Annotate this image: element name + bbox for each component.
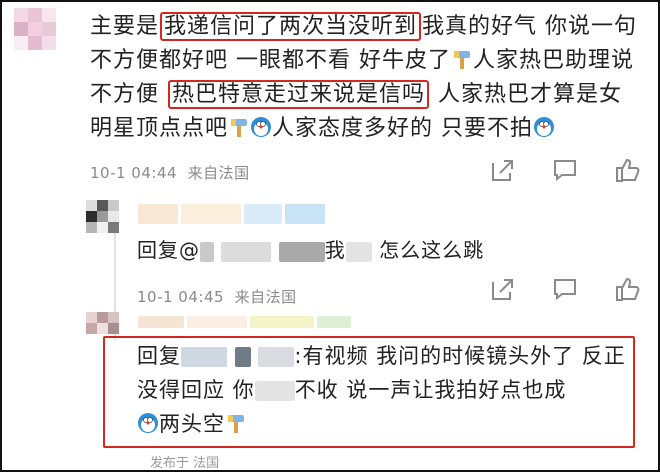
reply-meta: 10-1 04:45 来自法国 <box>137 286 297 307</box>
avatar[interactable] <box>86 312 119 334</box>
avatar[interactable] <box>86 200 119 233</box>
blurred-mention <box>278 241 325 262</box>
reply-text-part: 两头空 <box>159 412 225 436</box>
blurred-mention <box>234 347 251 367</box>
reply-location: 来自法国 <box>234 288 297 306</box>
reply-prefix: 回复@ <box>137 238 200 262</box>
reply-actions <box>490 276 640 302</box>
comment-icon[interactable] <box>552 276 578 302</box>
share-icon[interactable] <box>490 157 516 183</box>
comment-location: 来自法国 <box>187 164 250 182</box>
comment-time: 10-1 04:44 <box>90 164 178 182</box>
username-blurred[interactable] <box>138 204 325 224</box>
blurred-mention <box>221 241 272 262</box>
like-icon[interactable] <box>614 157 640 183</box>
reply-text: 回复@ 我 怎么这么跳 <box>137 234 484 263</box>
comment-meta: 10-1 04:44 来自法国 <box>90 162 250 183</box>
reply-text: 回复 :有视频 我问的时候镜头外了 反正没得回应 你不收 说一声让我拍好点也成两… <box>137 339 632 441</box>
reply-prefix: 回复 <box>137 344 181 368</box>
comment-icon[interactable] <box>552 157 578 183</box>
reply-text-part: 不收 说一声让我拍好点也成 <box>294 378 567 402</box>
doraemon-emoji-icon <box>251 117 272 137</box>
reply-text-part: 怎么这么跳 <box>379 238 485 262</box>
avatar[interactable] <box>14 8 56 50</box>
blurred-mention <box>200 241 214 262</box>
blurred-text <box>254 381 295 401</box>
hammer-emoji-icon <box>231 119 248 137</box>
reply-text-part: 我 <box>324 238 346 262</box>
comment-text: 主要是 我递信问了两次当没听到 我真的好气 你说一句不方便都好吧 一眼都不看 好牛皮… <box>90 10 645 146</box>
reply-meta-partial: 发布于 法国 <box>150 456 220 471</box>
blurred-text <box>345 241 372 262</box>
blurred-mention <box>258 347 295 367</box>
hammer-emoji-icon <box>228 415 244 433</box>
highlighted-text: 我递信问了两次当没听到 <box>160 12 422 41</box>
comment-text-part: 人家态度多好的 只要不拍 <box>272 116 534 141</box>
like-icon[interactable] <box>614 276 640 302</box>
comment-actions <box>490 157 640 183</box>
comment-text-part: 主要是 <box>90 14 160 39</box>
share-icon[interactable] <box>490 276 516 302</box>
highlighted-text: 热巴特意走过来说是信吗 <box>168 80 430 109</box>
blurred-mention <box>181 347 227 367</box>
reply-time: 10-1 04:45 <box>137 288 225 306</box>
username-blurred[interactable] <box>138 316 351 330</box>
hammer-emoji-icon <box>454 51 470 69</box>
doraemon-emoji-icon <box>534 117 555 137</box>
doraemon-emoji-icon <box>138 413 158 433</box>
